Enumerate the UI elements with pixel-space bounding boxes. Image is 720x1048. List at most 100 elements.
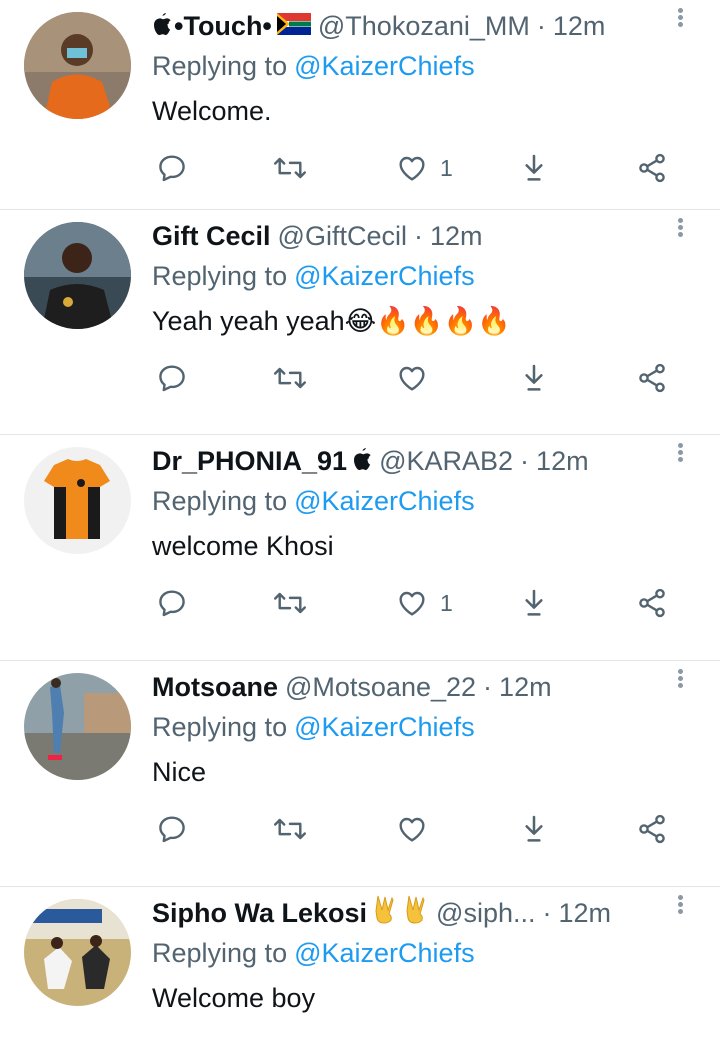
- like-button[interactable]: 1: [396, 148, 453, 188]
- display-name[interactable]: Motsoane: [152, 669, 278, 705]
- share-button[interactable]: [518, 358, 550, 398]
- display-name[interactable]: •Touch•: [174, 8, 272, 44]
- retweet-button[interactable]: [272, 148, 308, 188]
- replying-prefix: Replying to: [152, 938, 288, 968]
- share-network-button[interactable]: [636, 358, 668, 398]
- retweet-icon: [273, 157, 307, 179]
- tweet[interactable]: •Touch• @Thokozani_MM · 12m Replying to @…: [0, 0, 720, 210]
- share-network-button[interactable]: [636, 583, 668, 623]
- more-vertical-icon[interactable]: [674, 893, 686, 921]
- display-name[interactable]: Gift Cecil: [152, 218, 271, 254]
- user-handle[interactable]: @GiftCecil: [278, 218, 407, 254]
- heart-icon: [399, 366, 425, 391]
- avatar[interactable]: [24, 222, 131, 329]
- user-handle[interactable]: @siph...: [436, 895, 535, 931]
- tweet-header: Motsoane @Motsoane_22 · 12m: [152, 667, 660, 707]
- user-handle[interactable]: @Thokozani_MM: [318, 8, 530, 44]
- separator-dot: ·: [520, 446, 530, 476]
- tweet-header: •Touch• @Thokozani_MM · 12m: [152, 6, 660, 46]
- more-vertical-icon[interactable]: [674, 6, 686, 34]
- tweet-actions: 1: [152, 148, 682, 188]
- reply-button[interactable]: [156, 358, 188, 398]
- mention-link[interactable]: @KaizerChiefs: [294, 51, 474, 81]
- share-download-icon: [525, 815, 543, 842]
- user-handle[interactable]: @KARAB2: [379, 443, 513, 479]
- reply-button[interactable]: [156, 583, 188, 623]
- avatar-image: [24, 899, 131, 1006]
- more-vertical-icon[interactable]: [674, 216, 686, 244]
- south-africa-flag-icon: [276, 8, 311, 44]
- replying-to: Replying to @KaizerChiefs: [152, 935, 475, 971]
- reply-feed: •Touch• @Thokozani_MM · 12m Replying to @…: [0, 0, 720, 1048]
- retweet-icon: [273, 592, 307, 614]
- victory-hand-icon: [372, 894, 398, 933]
- share-network-button[interactable]: [636, 148, 668, 188]
- avatar-image: [24, 673, 131, 780]
- tweet[interactable]: Dr_PHONIA_91 @KARAB2 · 12m Replying to @K…: [0, 435, 720, 661]
- share-network-button[interactable]: [636, 809, 668, 849]
- reply-icon: [159, 365, 185, 392]
- mention-link[interactable]: @KaizerChiefs: [294, 938, 474, 968]
- tweet-actions: [152, 358, 682, 398]
- tweet[interactable]: Motsoane @Motsoane_22 · 12m Replying to @…: [0, 661, 720, 887]
- avatar[interactable]: [24, 12, 131, 119]
- share-button[interactable]: [518, 583, 550, 623]
- mention-link[interactable]: @KaizerChiefs: [294, 261, 474, 291]
- timestamp[interactable]: 12m: [553, 8, 606, 44]
- reply-icon: [159, 816, 185, 843]
- avatar[interactable]: [24, 447, 131, 554]
- timestamp[interactable]: 12m: [558, 895, 611, 931]
- share-network-icon: [639, 153, 665, 183]
- replying-prefix: Replying to: [152, 51, 288, 81]
- tweet-actions: 1: [152, 583, 682, 623]
- share-button[interactable]: [518, 148, 550, 188]
- tweet-text: Welcome.: [152, 96, 272, 126]
- retweet-button[interactable]: [272, 583, 308, 623]
- tweet-text: Yeah yeah yeah😂🔥🔥🔥🔥: [152, 306, 511, 336]
- more-vertical-icon[interactable]: [674, 441, 686, 469]
- mention-link[interactable]: @KaizerChiefs: [294, 712, 474, 742]
- like-button[interactable]: [396, 809, 440, 849]
- timestamp[interactable]: 12m: [499, 669, 552, 705]
- avatar-image: [24, 12, 131, 119]
- reply-icon: [159, 155, 185, 182]
- reply-button[interactable]: [156, 148, 188, 188]
- user-handle[interactable]: @Motsoane_22: [285, 669, 476, 705]
- display-name[interactable]: Dr_PHONIA_91: [152, 443, 347, 479]
- like-button[interactable]: [396, 358, 440, 398]
- separator-dot: ·: [536, 11, 546, 41]
- replying-to: Replying to @KaizerChiefs: [152, 483, 475, 519]
- retweet-button[interactable]: [272, 809, 308, 849]
- replying-prefix: Replying to: [152, 486, 288, 516]
- retweet-button[interactable]: [272, 358, 308, 398]
- tweet[interactable]: Sipho Wa Lekosi @siph... · 12m Replying …: [0, 887, 720, 1048]
- tweet-header: Sipho Wa Lekosi @siph... · 12m: [152, 893, 660, 933]
- tweet-text: welcome Khosi: [152, 531, 334, 561]
- apple-icon: [152, 8, 172, 44]
- tweet-header: Gift Cecil @GiftCecil · 12m: [152, 216, 660, 256]
- heart-icon: [399, 156, 425, 181]
- avatar[interactable]: [24, 673, 131, 780]
- reply-button[interactable]: [156, 809, 188, 849]
- share-download-icon: [525, 364, 543, 391]
- retweet-icon: [273, 818, 307, 840]
- like-button[interactable]: 1: [396, 583, 453, 623]
- avatar[interactable]: [24, 899, 131, 1006]
- heart-icon: [399, 591, 425, 616]
- like-count: 1: [440, 154, 453, 181]
- separator-dot: ·: [413, 221, 423, 251]
- replying-prefix: Replying to: [152, 261, 288, 291]
- timestamp[interactable]: 12m: [430, 218, 483, 254]
- tweet-text: Nice: [152, 757, 207, 787]
- share-download-icon: [525, 589, 543, 616]
- share-download-icon: [525, 154, 543, 181]
- separator-dot: ·: [542, 898, 552, 928]
- more-vertical-icon[interactable]: [674, 667, 686, 695]
- timestamp[interactable]: 12m: [536, 443, 589, 479]
- apple-icon: [352, 443, 372, 479]
- display-name[interactable]: Sipho Wa Lekosi: [152, 895, 367, 931]
- tweet[interactable]: Gift Cecil @GiftCecil · 12m Replying to @…: [0, 210, 720, 435]
- share-button[interactable]: [518, 809, 550, 849]
- replying-prefix: Replying to: [152, 712, 288, 742]
- mention-link[interactable]: @KaizerChiefs: [294, 486, 474, 516]
